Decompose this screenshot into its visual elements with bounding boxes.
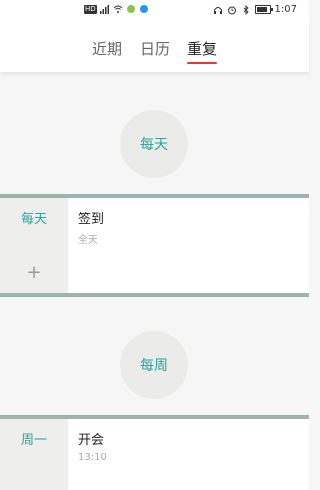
hd-badge: HD: [84, 4, 97, 14]
status-time: 1:07: [274, 4, 297, 15]
active-tab-indicator: [187, 62, 218, 64]
tab-repeat-label: 重复: [187, 40, 218, 58]
tab-recent[interactable]: 近期: [92, 38, 122, 59]
card-side-panel: 周一: [0, 419, 68, 490]
tab-repeat[interactable]: 重复: [187, 38, 218, 64]
status-right: 1:07: [213, 4, 297, 15]
event-subtitle: 全天: [78, 235, 98, 246]
header: 近期 日历 重复: [0, 20, 309, 72]
repeat-card-weekly: 周一 开会 13:10: [0, 419, 309, 490]
section-divider: [0, 293, 309, 297]
repeat-group-badge-weekly: 每周: [120, 331, 188, 399]
tab-calendar[interactable]: 日历: [140, 38, 170, 59]
signal-icon: [99, 5, 109, 14]
event-subtitle: 13:10: [78, 452, 107, 463]
app-notification-icon-2: [139, 5, 148, 13]
bluetooth-icon: [243, 4, 249, 15]
headset-icon: [213, 6, 222, 14]
event-title: 签到: [78, 212, 105, 227]
side-label-monday: 周一: [20, 433, 47, 448]
repeat-card-daily: 每天 + 签到 全天: [0, 198, 309, 293]
event-title: 开会: [78, 433, 105, 448]
tab-bar: 近期 日历 重复: [0, 38, 309, 64]
side-label-daily: 每天: [20, 212, 47, 227]
status-bar: HD 1:07: [0, 0, 309, 20]
card-side-panel: 每天 +: [0, 198, 68, 293]
battery-icon: [254, 5, 273, 14]
status-left: HD: [84, 4, 149, 14]
alarm-icon: [227, 6, 236, 14]
add-event-button[interactable]: +: [0, 262, 68, 283]
repeat-group-badge-daily: 每天: [120, 110, 188, 178]
app-notification-icon: [126, 5, 135, 13]
wifi-icon: [113, 5, 123, 13]
